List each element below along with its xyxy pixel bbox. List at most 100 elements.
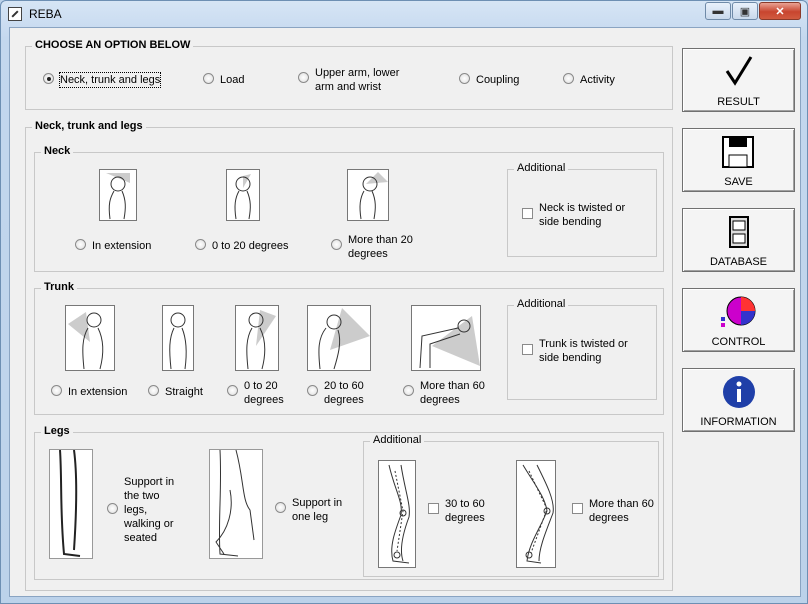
maximize-button[interactable]: ▣ (732, 2, 758, 20)
database-label: DATABASE (709, 256, 768, 268)
option-label: Coupling (476, 74, 520, 86)
database-button[interactable]: DATABASE (682, 208, 795, 272)
close-button[interactable]: ✕ (759, 2, 801, 20)
main-group-title: Neck, trunk and legs (32, 120, 146, 132)
app-window: REBA ▬ ▣ ✕ CHOOSE AN OPTION BELOW Neck, … (0, 0, 808, 604)
radio-label: In extension (68, 386, 128, 398)
floppy-disk-icon (683, 135, 794, 169)
maximize-icon: ▣ (739, 5, 751, 18)
option-label: Load (220, 74, 245, 86)
checkbox-box[interactable] (522, 208, 533, 219)
neck-radio-0-20[interactable]: 0 to 20 degrees (195, 239, 288, 253)
legs-additional-title: Additional (370, 434, 425, 446)
radio-dot[interactable] (227, 385, 238, 396)
radio-label: More than 60 degrees (420, 380, 485, 406)
client-area: CHOOSE AN OPTION BELOW Neck, trunk and l… (9, 27, 801, 597)
neck-additional-title: Additional (514, 162, 569, 174)
radio-dot[interactable] (148, 385, 159, 396)
radio-dot[interactable] (203, 73, 214, 84)
checkbox-box[interactable] (522, 344, 533, 355)
legs-group: Legs Support in the two legs, walking or… (34, 425, 664, 580)
app-icon[interactable] (8, 7, 22, 21)
trunk-radio-straight[interactable]: Straight (148, 385, 203, 399)
neck-radio-more-20[interactable]: More than 20 degrees (331, 233, 428, 261)
radio-dot[interactable] (43, 73, 54, 84)
radio-label: Support in the two legs, walking or seat… (124, 476, 175, 544)
trunk-radio-0-20[interactable]: 0 to 20 degrees (227, 379, 294, 407)
file-cabinet-icon (683, 215, 794, 249)
checkbox-box[interactable] (428, 503, 439, 514)
window-title: REBA (29, 7, 62, 21)
radio-label: 0 to 20 degrees (244, 380, 284, 406)
legs-one-image (209, 449, 263, 559)
option-activity[interactable]: Activity (563, 73, 615, 87)
options-group-title: CHOOSE AN OPTION BELOW (32, 39, 194, 51)
checkmark-icon (683, 55, 794, 89)
neck-twisted-checkbox[interactable]: Neck is twisted or side bending (522, 201, 639, 229)
radio-dot[interactable] (331, 239, 342, 250)
close-icon: ✕ (775, 5, 785, 18)
result-button[interactable]: RESULT (682, 48, 795, 112)
legs-30-60-checkbox[interactable]: 30 to 60 degrees (428, 497, 501, 525)
trunk-more-60-image (411, 305, 481, 371)
checkbox-label: Trunk is twisted or side bending (539, 338, 628, 364)
title-bar[interactable]: REBA ▬ ▣ ✕ (1, 1, 807, 27)
radio-dot[interactable] (51, 385, 62, 396)
neck-more-20-image (347, 169, 389, 221)
legs-more-60-checkbox[interactable]: More than 60 degrees (572, 497, 659, 525)
neck-group: Neck In extension 0 to 20 degrees More t… (34, 145, 664, 272)
radio-dot[interactable] (195, 239, 206, 250)
radio-dot[interactable] (75, 239, 86, 250)
neck-extension-image (99, 169, 137, 221)
option-neck-trunk-legs[interactable]: Neck, trunk and legs (43, 72, 162, 88)
radio-dot[interactable] (563, 73, 574, 84)
option-load[interactable]: Load (203, 73, 244, 87)
control-label: CONTROL (711, 336, 766, 348)
trunk-group: Trunk In extension Straight 0 to 20 degr… (34, 281, 664, 415)
save-label: SAVE (724, 176, 753, 188)
checkbox-box[interactable] (572, 503, 583, 514)
pie-chart-icon (683, 295, 794, 329)
radio-dot[interactable] (307, 385, 318, 396)
trunk-extension-image (65, 305, 115, 371)
control-button[interactable]: CONTROL (682, 288, 795, 352)
checkbox-label: More than 60 degrees (589, 498, 654, 524)
neck-group-title: Neck (41, 145, 74, 157)
radio-dot[interactable] (403, 385, 414, 396)
save-button[interactable]: SAVE (682, 128, 795, 192)
radio-label: 20 to 60 degrees (324, 380, 364, 406)
legs-radio-two[interactable]: Support in the two legs, walking or seat… (107, 475, 184, 545)
trunk-additional-group: Additional Trunk is twisted or side bend… (507, 298, 657, 400)
result-label: RESULT (717, 96, 760, 108)
neck-additional-group: Additional Neck is twisted or side bendi… (507, 162, 657, 257)
option-coupling[interactable]: Coupling (459, 73, 519, 87)
radio-label: 0 to 20 degrees (212, 240, 289, 252)
radio-label: In extension (92, 240, 152, 252)
legs-group-title: Legs (41, 425, 73, 437)
trunk-twisted-checkbox[interactable]: Trunk is twisted or side bending (522, 337, 639, 365)
trunk-additional-title: Additional (514, 298, 569, 310)
trunk-20-60-image (307, 305, 371, 371)
radio-dot[interactable] (275, 502, 286, 513)
legs-additional-group: Additional 30 to 60 degrees More than 60… (363, 434, 659, 577)
radio-label: Straight (165, 386, 203, 398)
radio-dot[interactable] (298, 72, 309, 83)
knee-more-60-image (516, 460, 556, 568)
minimize-button[interactable]: ▬ (705, 2, 731, 20)
trunk-straight-image (162, 305, 194, 371)
information-label: INFORMATION (700, 416, 777, 428)
trunk-group-title: Trunk (41, 281, 77, 293)
option-upper-arm[interactable]: Upper arm, lower arm and wrist (298, 66, 415, 94)
radio-dot[interactable] (107, 503, 118, 514)
option-label: Neck, trunk and legs (58, 72, 162, 88)
neck-0-20-image (226, 169, 260, 221)
neck-radio-extension[interactable]: In extension (75, 239, 151, 253)
option-label: Activity (580, 74, 615, 86)
trunk-radio-more-60[interactable]: More than 60 degrees (403, 379, 492, 407)
information-button[interactable]: INFORMATION (682, 368, 795, 432)
knee-30-60-image (378, 460, 416, 568)
trunk-radio-extension[interactable]: In extension (51, 385, 127, 399)
legs-radio-one[interactable]: Support in one leg (275, 496, 352, 524)
radio-dot[interactable] (459, 73, 470, 84)
trunk-radio-20-60[interactable]: 20 to 60 degrees (307, 379, 374, 407)
